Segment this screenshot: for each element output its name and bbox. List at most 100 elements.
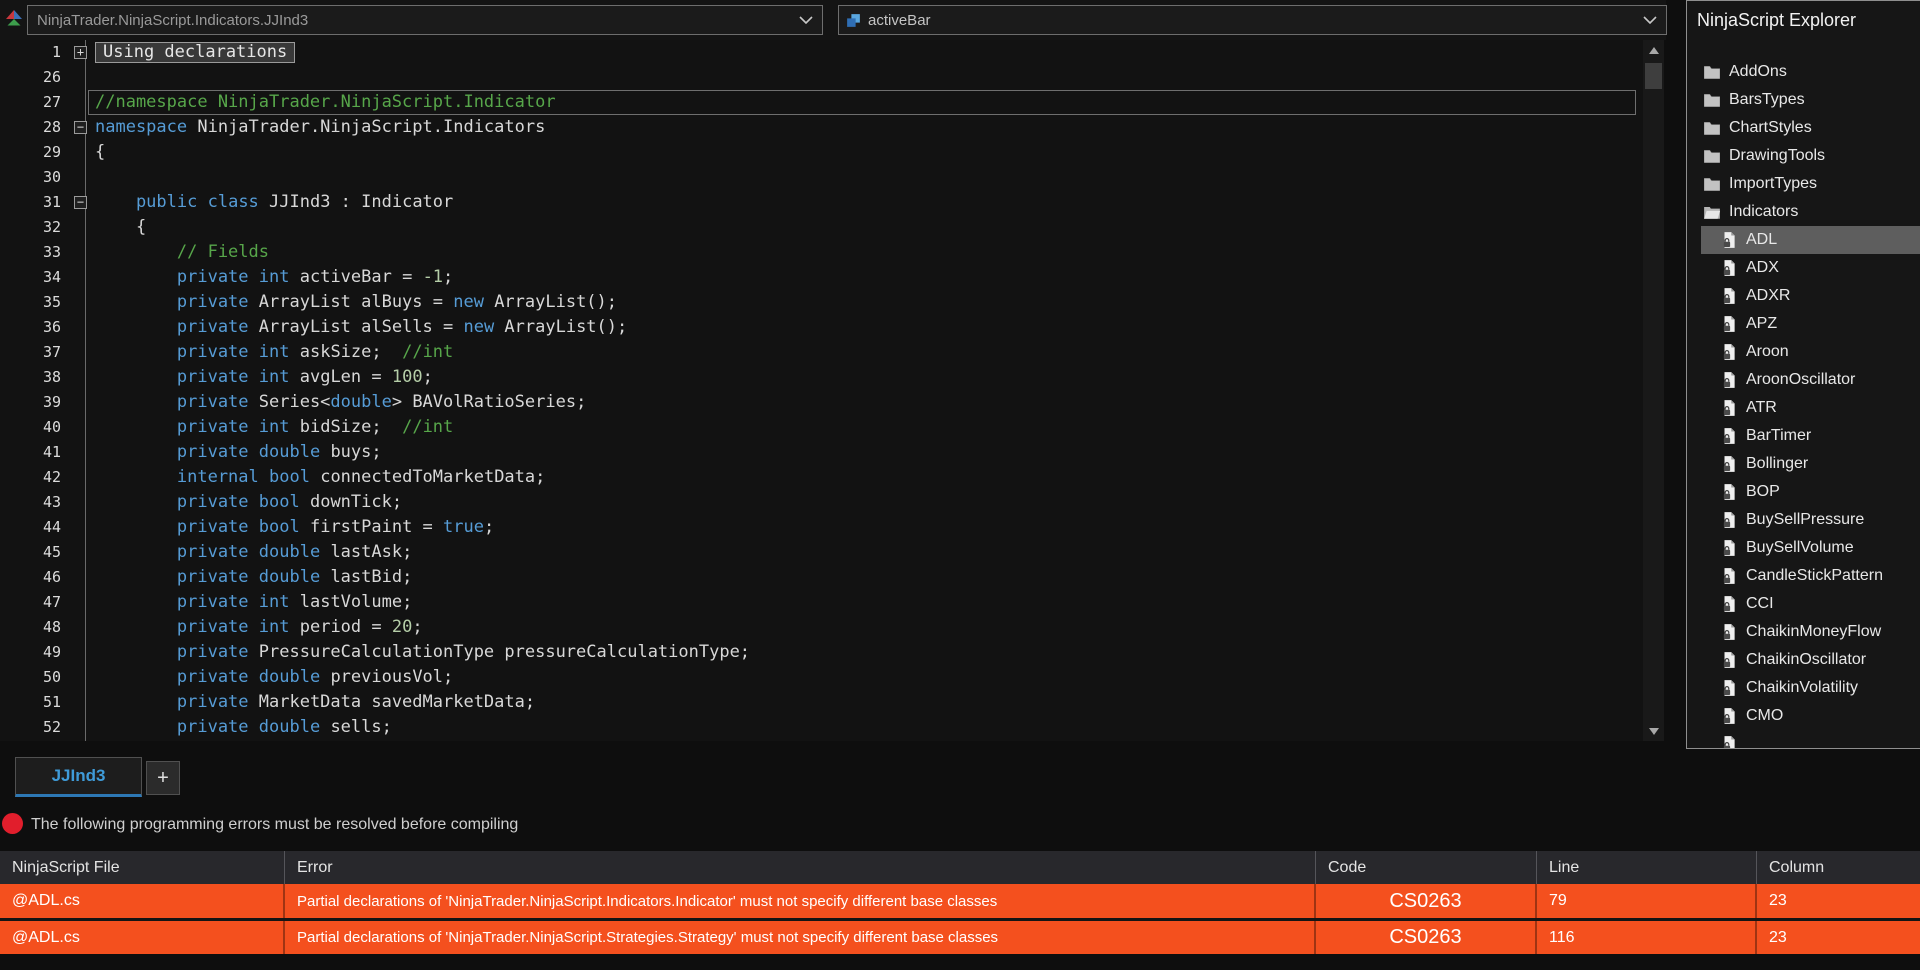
tree-item-aroon[interactable]: Aroon: [1687, 338, 1920, 366]
code-text: // Fields: [176, 242, 269, 262]
script-file-icon: [1720, 567, 1738, 585]
tree-item-chartstyles[interactable]: ChartStyles: [1687, 114, 1920, 142]
code-line[interactable]: 30: [0, 165, 1643, 190]
code-line[interactable]: 26: [0, 65, 1643, 90]
code-line[interactable]: 31− public class JJInd3 : Indicator: [0, 190, 1643, 215]
column-header-code[interactable]: Code: [1316, 851, 1537, 884]
tree-item-label: ImportTypes: [1729, 175, 1818, 192]
tree-item-chaikinmoneyflow[interactable]: ChaikinMoneyFlow: [1687, 618, 1920, 646]
collapsed-region[interactable]: Using declarations: [95, 42, 296, 63]
tree-item-label: Aroon: [1746, 343, 1789, 360]
column-header-error[interactable]: Error: [285, 851, 1316, 884]
scroll-up-icon[interactable]: [1643, 40, 1664, 60]
code-text: private PressureCalculationType pressure…: [176, 642, 751, 662]
member-dropdown[interactable]: activeBar: [838, 5, 1667, 35]
code-editor[interactable]: 1 + Using declarations 26 27 //namespace Ninj…: [0, 40, 1643, 741]
code-line[interactable]: 27 //namespace NinjaTrader.NinjaScript.In…: [0, 90, 1643, 115]
error-cell-file: @ADL.cs: [0, 884, 285, 918]
line-number: 34: [42, 268, 61, 286]
code-line[interactable]: 48 private int period = 20;: [0, 615, 1643, 640]
code-line[interactable]: 46 private double lastBid;: [0, 565, 1643, 590]
script-file-icon: [1720, 315, 1738, 333]
tree-item-adx[interactable]: ADX: [1687, 254, 1920, 282]
tree-item-bollinger[interactable]: Bollinger: [1687, 450, 1920, 478]
script-file-icon: [1720, 287, 1738, 305]
tree-item-cmo[interactable]: CMO: [1687, 702, 1920, 730]
code-line[interactable]: 51 private MarketData savedMarketData;: [0, 690, 1643, 715]
tree-item-bartimer[interactable]: BarTimer: [1687, 422, 1920, 450]
code-line[interactable]: 38 private int avgLen = 100;: [0, 365, 1643, 390]
code-line[interactable]: 33 // Fields: [0, 240, 1643, 265]
tree-item-cci[interactable]: CCI: [1687, 590, 1920, 618]
collapse-region-icon[interactable]: −: [74, 196, 87, 209]
line-number: 1: [51, 43, 61, 61]
line-number: 27: [42, 93, 61, 111]
ninjascript-editor-window: { "topbar": { "scope_selector": "NinjaTr…: [0, 0, 1920, 970]
tree-item-barstypes[interactable]: BarsTypes: [1687, 86, 1920, 114]
error-row[interactable]: @ADL.cs Partial declarations of 'NinjaTra…: [0, 884, 1920, 921]
code-line[interactable]: 45 private double lastAsk;: [0, 540, 1643, 565]
fold-margin: [61, 315, 95, 340]
tree-item-partial[interactable]: [1687, 730, 1920, 748]
code-line[interactable]: 41 private double buys;: [0, 440, 1643, 465]
line-number: 35: [42, 293, 61, 311]
expand-region-icon[interactable]: +: [74, 46, 87, 59]
code-line[interactable]: 50 private double previousVol;: [0, 665, 1643, 690]
editor-scrollbar[interactable]: [1643, 40, 1664, 741]
tree-item-bop[interactable]: BOP: [1687, 478, 1920, 506]
error-row[interactable]: @ADL.cs Partial declarations of 'NinjaTra…: [0, 921, 1920, 954]
code-line[interactable]: 34 private int activeBar = -1;: [0, 265, 1643, 290]
code-line[interactable]: 39 private Series<double> BAVolRatioSerie…: [0, 390, 1643, 415]
code-line[interactable]: 37 private int askSize; //int: [0, 340, 1643, 365]
code-line[interactable]: 44 private bool firstPaint = true;: [0, 515, 1643, 540]
tree-item-drawingtools[interactable]: DrawingTools: [1687, 142, 1920, 170]
tree-item-buysellvolume[interactable]: BuySellVolume: [1687, 534, 1920, 562]
fold-margin: [61, 640, 95, 665]
tree-item-addons[interactable]: AddOns: [1687, 58, 1920, 86]
scope-dropdown[interactable]: NinjaTrader.NinjaScript.Indicators.JJInd…: [27, 5, 823, 35]
tree-item-adxr[interactable]: ADXR: [1687, 282, 1920, 310]
error-cell-code: CS0263: [1316, 921, 1537, 954]
code-line[interactable]: 49 private PressureCalculationType pressu…: [0, 640, 1643, 665]
column-header-line[interactable]: Line: [1537, 851, 1757, 884]
tree-item-candlestickpattern[interactable]: CandleStickPattern: [1687, 562, 1920, 590]
tree-item-apz[interactable]: APZ: [1687, 310, 1920, 338]
fold-margin: [61, 365, 95, 390]
code-line[interactable]: 35 private ArrayList alBuys = new ArrayLi…: [0, 290, 1643, 315]
scroll-down-icon[interactable]: [1643, 721, 1664, 741]
tree-item-adl[interactable]: ADL: [1701, 226, 1920, 254]
scrollbar-thumb[interactable]: [1645, 63, 1662, 89]
tree-item-atr[interactable]: ATR: [1687, 394, 1920, 422]
code-line[interactable]: 42 internal bool connectedToMarketData;: [0, 465, 1643, 490]
new-tab-button[interactable]: +: [146, 761, 180, 795]
tree-item-chaikinvolatility[interactable]: ChaikinVolatility: [1687, 674, 1920, 702]
code-line[interactable]: 32 {: [0, 215, 1643, 240]
line-number: 42: [42, 468, 61, 486]
ninjascript-explorer-panel: NinjaScript Explorer AddOns BarsTypes Char…: [1686, 0, 1920, 749]
code-line[interactable]: 52 private double sells;: [0, 715, 1643, 740]
error-cell-code: CS0263: [1316, 884, 1537, 918]
code-line[interactable]: 43 private bool downTick;: [0, 490, 1643, 515]
code-line[interactable]: 29 {: [0, 140, 1643, 165]
code-text: private double lastAsk;: [176, 542, 413, 562]
column-header-column[interactable]: Column: [1757, 851, 1920, 884]
column-header-file[interactable]: NinjaScript File: [0, 851, 285, 884]
code-line[interactable]: 1 + Using declarations: [0, 40, 1643, 65]
tab-jjind3[interactable]: JJInd3: [15, 757, 142, 797]
code-line[interactable]: 40 private int bidSize; //int: [0, 415, 1643, 440]
tree-item-aroonoscillator[interactable]: AroonOscillator: [1687, 366, 1920, 394]
code-line[interactable]: 36 private ArrayList alSells = new ArrayL…: [0, 315, 1643, 340]
tree-item-indicators[interactable]: Indicators: [1687, 198, 1920, 226]
collapse-region-icon[interactable]: −: [74, 121, 87, 134]
line-number: 51: [42, 693, 61, 711]
line-number: 49: [42, 643, 61, 661]
script-file-icon: [1720, 735, 1738, 748]
code-line[interactable]: 28− namespace NinjaTrader.NinjaScript.Ind…: [0, 115, 1643, 140]
code-line[interactable]: 47 private int lastVolume;: [0, 590, 1643, 615]
tree-item-chaikinoscillator[interactable]: ChaikinOscillator: [1687, 646, 1920, 674]
tree-item-importtypes[interactable]: ImportTypes: [1687, 170, 1920, 198]
fold-margin: [61, 65, 95, 90]
code-text: private double lastBid;: [176, 567, 413, 587]
tree-item-buysellpressure[interactable]: BuySellPressure: [1687, 506, 1920, 534]
fold-margin: [61, 565, 95, 590]
